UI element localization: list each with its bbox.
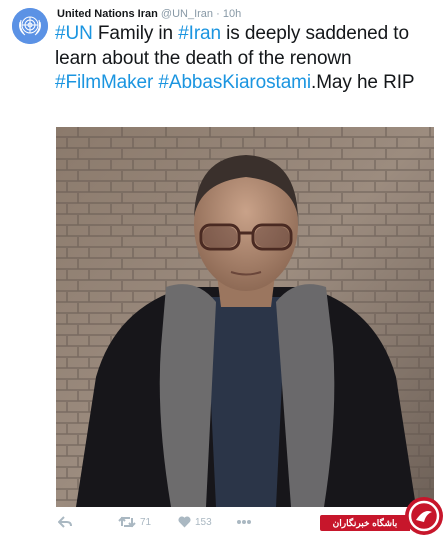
- avatar[interactable]: [12, 8, 48, 44]
- un-logo-icon: [12, 8, 48, 44]
- like-count: 153: [195, 516, 212, 528]
- hashtag-un[interactable]: #UN: [55, 23, 93, 44]
- reply-icon: [58, 516, 72, 528]
- tweet-text-segment: .May he RIP: [311, 72, 415, 93]
- watermark-label: باشگاه خبرنگاران: [320, 515, 410, 531]
- retweet-count: 71: [140, 516, 152, 528]
- tweet-actions: 71 153: [56, 512, 356, 534]
- more-dots-icon: [237, 520, 251, 524]
- retweet-icon: [118, 516, 136, 528]
- tweet-text: #UN Family in #Iran is deeply saddened t…: [55, 22, 440, 96]
- hashtag-abbaskiarostami[interactable]: #AbbasKiarostami: [158, 72, 311, 93]
- separator-dot: ·: [216, 8, 220, 20]
- tweet-photo[interactable]: [56, 127, 434, 507]
- heart-icon: [178, 516, 191, 528]
- timestamp[interactable]: 10h: [223, 8, 241, 20]
- hashtag-iran[interactable]: #Iran: [178, 23, 221, 44]
- reply-button[interactable]: [58, 512, 72, 532]
- hashtag-filmmaker[interactable]: #FilmMaker: [55, 72, 153, 93]
- retweet-button[interactable]: 71: [118, 512, 151, 532]
- watermark-logo-icon: [405, 497, 443, 535]
- tweet-text-segment: Family in: [92, 23, 179, 44]
- like-button[interactable]: 153: [178, 512, 212, 532]
- portrait-image: [56, 127, 434, 507]
- tweet-header: United Nations Iran @UN_Iran · 10h: [57, 8, 241, 21]
- author-handle[interactable]: @UN_Iran: [161, 8, 213, 20]
- author-name[interactable]: United Nations Iran: [57, 8, 158, 20]
- more-button[interactable]: [236, 512, 252, 532]
- watermark-badge: باشگاه خبرنگاران: [318, 488, 444, 542]
